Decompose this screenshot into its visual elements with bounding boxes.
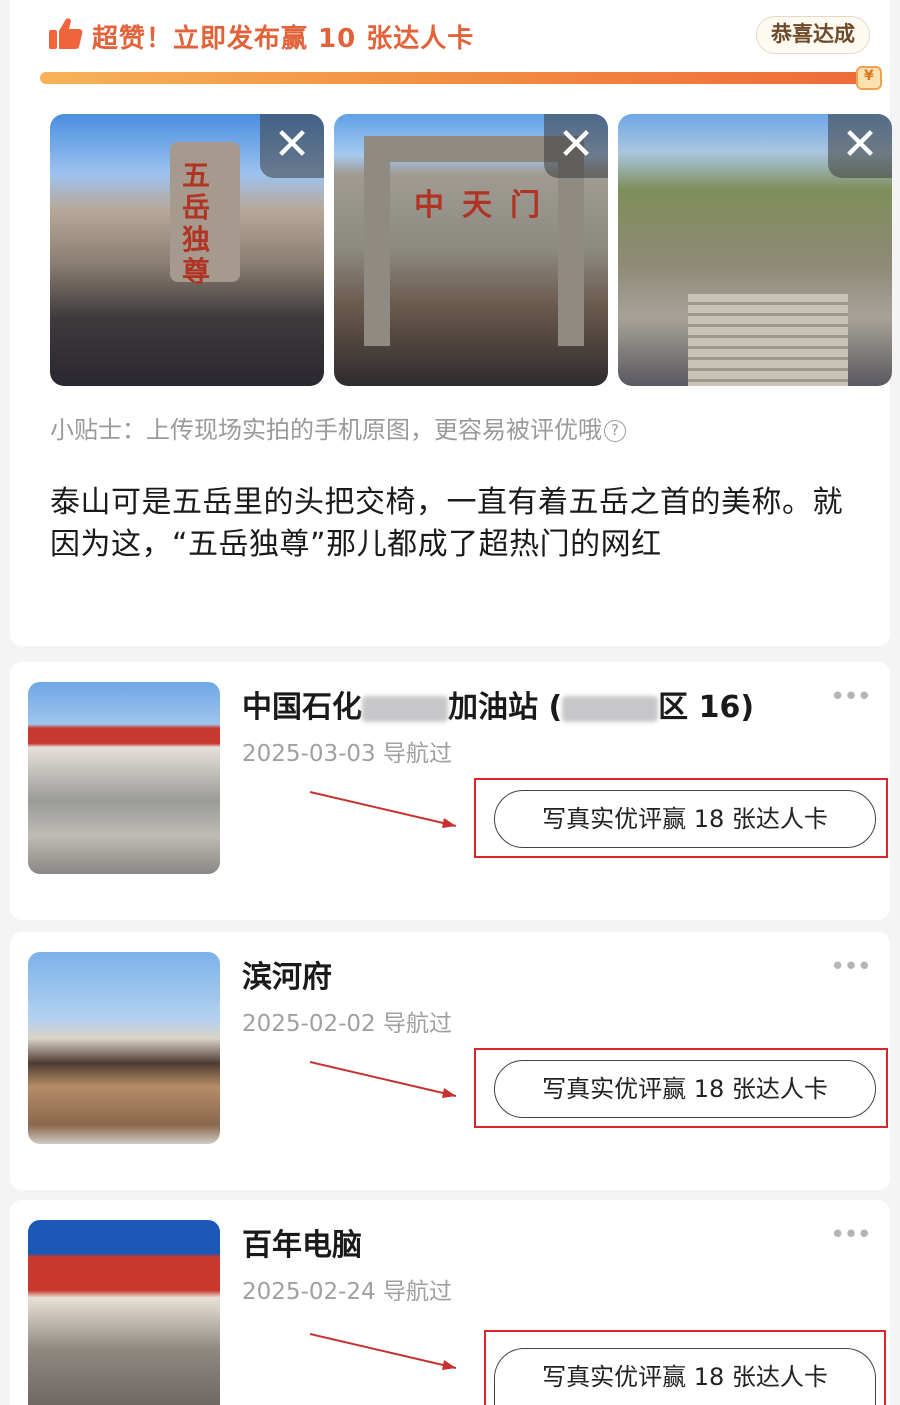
place-name: 滨河府: [242, 960, 332, 995]
reward-text: 超赞！立即发布赢 10 张达人卡: [92, 24, 475, 54]
remove-photo-close-icon[interactable]: ✕: [260, 114, 324, 178]
help-icon[interactable]: ?: [604, 420, 626, 442]
navigation-date: 2025-02-02 导航过: [242, 1011, 452, 1037]
place-card[interactable]: 百年电脑 2025-02-24 导航过 ••• 写真实优评赢 18 张达人卡: [10, 1200, 890, 1405]
navigation-date: 2025-03-03 导航过: [242, 741, 452, 767]
publish-card: 超赞！立即发布赢 10 张达人卡 恭喜达成 五岳独尊 ✕ 中天门 ✕ ✕ 小贴士…: [10, 0, 892, 646]
reward-count: 10: [318, 24, 357, 54]
place-card[interactable]: 滨河府 2025-02-02 导航过 ••• 写真实优评赢 18 张达人卡: [10, 932, 890, 1190]
place-thumbnail: [28, 1220, 220, 1405]
red-envelope-icon: [856, 66, 882, 90]
place-name: 百年电脑: [242, 1228, 362, 1263]
more-options-icon[interactable]: •••: [830, 952, 872, 982]
uploaded-photo[interactable]: 五岳独尊 ✕: [50, 114, 324, 386]
annotation-arrow: [310, 791, 457, 828]
annotation-arrow: [310, 1061, 457, 1098]
thumbs-up-icon: [49, 18, 83, 49]
photo-gate-inscription: 中天门: [414, 188, 558, 223]
achieved-badge[interactable]: 恭喜达成: [756, 16, 870, 54]
photo-content: [688, 294, 848, 386]
place-thumbnail: [28, 952, 220, 1144]
place-name: 中国石化 加油站 (区 16): [242, 690, 755, 725]
more-options-icon[interactable]: •••: [830, 682, 872, 712]
more-options-icon[interactable]: •••: [830, 1220, 872, 1250]
write-review-button[interactable]: 写真实优评赢 18 张达人卡: [494, 1060, 876, 1118]
remove-photo-close-icon[interactable]: ✕: [828, 114, 892, 178]
redacted-text: [562, 695, 659, 722]
redacted-text: [362, 695, 448, 722]
annotation-arrow: [310, 1333, 457, 1370]
write-review-button[interactable]: 写真实优评赢 18 张达人卡: [494, 790, 876, 848]
write-review-button[interactable]: 写真实优评赢 18 张达人卡: [494, 1348, 876, 1405]
upload-tip: 小贴士：上传现场实拍的手机原图，更容易被评优哦?: [50, 410, 626, 445]
uploaded-photo[interactable]: 中天门 ✕: [334, 114, 608, 386]
place-thumbnail: [28, 682, 220, 874]
uploaded-photo[interactable]: ✕: [618, 114, 892, 386]
reward-progress-bar: [40, 72, 874, 84]
reward-banner: 超赞！立即发布赢 10 张达人卡 恭喜达成: [48, 14, 870, 54]
remove-photo-close-icon[interactable]: ✕: [544, 114, 608, 178]
navigation-date: 2025-02-24 导航过: [242, 1279, 452, 1305]
post-description[interactable]: 泰山可是五岳里的头把交椅，一直有着五岳之首的美称。就因为这，“五岳独尊”那儿都成…: [50, 482, 870, 566]
photo-stone-inscription: 五岳独尊: [182, 159, 211, 288]
place-card[interactable]: 中国石化 加油站 (区 16) 2025-03-03 导航过 ••• 写真实优评赢…: [10, 662, 890, 920]
